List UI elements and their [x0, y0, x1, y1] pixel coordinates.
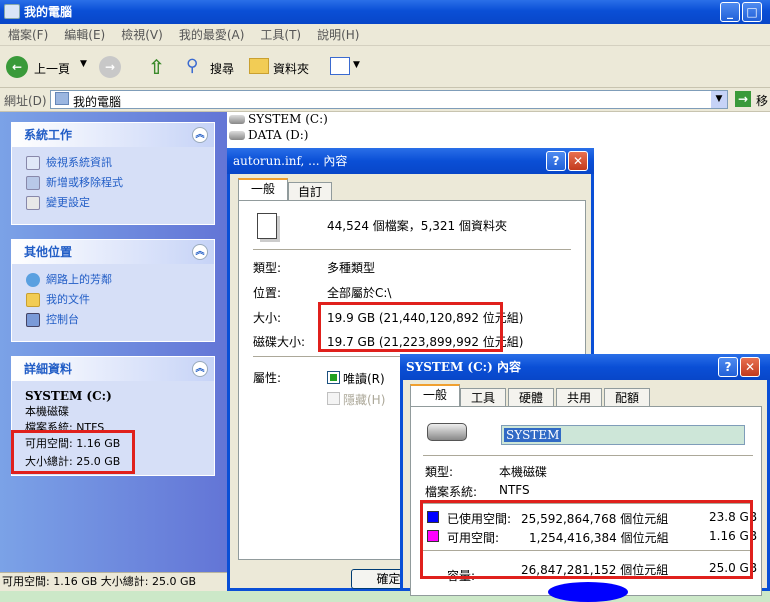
- highlight-box: [318, 302, 503, 352]
- fs-value: NTFS: [499, 483, 530, 497]
- menu-bar: 檔案(F) 編輯(E) 檢視(V) 我的最愛(A) 工具(T) 說明(H): [0, 24, 770, 46]
- help-button[interactable]: ?: [718, 357, 738, 377]
- address-bar: 網址(D) 我的電腦 ▼ → 移: [0, 88, 770, 112]
- control-panel-icon: [26, 313, 40, 327]
- readonly-checkbox[interactable]: [327, 371, 340, 384]
- back-dropdown-icon[interactable]: ▼: [80, 59, 87, 69]
- details-drive-type: 本機磁碟: [25, 405, 69, 418]
- highlight-box: [11, 430, 135, 474]
- address-label: 網址(D): [4, 94, 47, 108]
- help-button[interactable]: ?: [546, 151, 566, 171]
- drive-c[interactable]: SYSTEM (C:): [229, 112, 328, 126]
- details-header[interactable]: 詳細資料 ︽: [12, 357, 214, 381]
- search-icon[interactable]: ⚲: [186, 56, 198, 76]
- toolbar: ← 上一頁 ▼ → ⇧ ⚲ 搜尋 資料夾 ▼: [0, 46, 770, 88]
- task-view-system-info[interactable]: 檢視系統資訊: [12, 153, 214, 173]
- folders-button[interactable]: 資料夾: [273, 60, 309, 77]
- tab-sharing[interactable]: 共用: [556, 388, 602, 408]
- dialog-titlebar: autorun.inf, ... 內容 ? ✕: [227, 148, 594, 174]
- type-value: 多種類型: [327, 261, 376, 275]
- menu-file[interactable]: 檔案(F): [0, 24, 56, 46]
- computer-icon: [55, 92, 69, 105]
- menu-favorites[interactable]: 我的最愛(A): [171, 24, 253, 46]
- go-icon[interactable]: →: [735, 91, 751, 107]
- dialog-title: SYSTEM (C:) 內容: [406, 360, 521, 374]
- back-button[interactable]: 上一頁: [34, 60, 70, 77]
- programs-icon: [26, 176, 40, 190]
- type-label: 類型:: [253, 261, 282, 275]
- close-button[interactable]: ✕: [740, 357, 760, 377]
- close-button[interactable]: ✕: [568, 151, 588, 171]
- menu-edit[interactable]: 編輯(E): [56, 24, 113, 46]
- task-change-setting[interactable]: 變更設定: [12, 193, 214, 213]
- tab-custom[interactable]: 自訂: [288, 182, 332, 202]
- window-titlebar: 我的電腦 _ □: [0, 0, 770, 24]
- tab-general[interactable]: 一般: [238, 178, 288, 200]
- up-folder-icon[interactable]: ⇧: [148, 55, 170, 79]
- tab-general[interactable]: 一般: [410, 384, 460, 406]
- views-dropdown-icon[interactable]: ▼: [353, 60, 360, 70]
- forward-arrow-icon[interactable]: →: [99, 56, 121, 78]
- other-places-panel: 其他位置 ︽ 網路上的芳鄰 我的文件 控制台: [11, 239, 215, 342]
- collapse-icon: ︽: [192, 244, 208, 260]
- size-label: 大小:: [253, 311, 282, 325]
- drive-icon: [229, 131, 245, 140]
- menu-tools[interactable]: 工具(T): [252, 24, 309, 46]
- back-arrow-icon[interactable]: ←: [6, 56, 28, 78]
- hidden-checkbox[interactable]: [327, 392, 340, 405]
- window-title: 我的電腦: [24, 5, 73, 19]
- task-pane: 系統工作 ︽ 檢視系統資訊 新增或移除程式 變更設定 其他位置 ︽ 網路上的芳鄰 我…: [0, 112, 227, 572]
- hard-disk-icon: [427, 423, 467, 441]
- network-icon: [26, 273, 40, 287]
- tab-tools[interactable]: 工具: [460, 388, 506, 408]
- address-input[interactable]: 我的電腦 ▼: [50, 90, 728, 109]
- system-tasks-header[interactable]: 系統工作 ︽: [12, 123, 214, 147]
- dialog-titlebar: SYSTEM (C:) 內容 ? ✕: [400, 354, 770, 380]
- go-button[interactable]: 移: [756, 92, 768, 109]
- menu-help[interactable]: 說明(H): [309, 24, 367, 46]
- location-value: 全部屬於C:\: [327, 286, 392, 300]
- hidden-label[interactable]: 隱藏(H): [343, 391, 385, 408]
- place-my-documents[interactable]: 我的文件: [12, 290, 214, 310]
- collapse-icon: ︽: [192, 127, 208, 143]
- maximize-button[interactable]: □: [742, 2, 762, 22]
- files-icon: [257, 213, 277, 239]
- search-button[interactable]: 搜尋: [210, 60, 234, 77]
- collapse-icon: ︽: [192, 361, 208, 377]
- address-value: 我的電腦: [73, 95, 122, 109]
- drive-icon: [229, 115, 245, 124]
- details-drive-name: SYSTEM (C:): [25, 389, 112, 403]
- type-value: 本機磁碟: [499, 465, 548, 479]
- views-icon[interactable]: [330, 57, 350, 75]
- separator: [423, 455, 753, 456]
- location-label: 位置:: [253, 286, 282, 300]
- system-tasks-panel: 系統工作 ︽ 檢視系統資訊 新增或移除程式 變更設定: [11, 122, 215, 225]
- settings-icon: [26, 196, 40, 210]
- file-summary: 44,524 個檔案，5,321 個資料夾: [327, 219, 507, 233]
- type-label: 類型:: [425, 465, 454, 479]
- readonly-label[interactable]: 唯讀(R): [343, 370, 385, 387]
- dialog-title: autorun.inf, ... 內容: [233, 154, 348, 168]
- highlight-box: [420, 500, 753, 579]
- computer-icon: [4, 4, 20, 19]
- disk-pie-chart: [548, 582, 628, 602]
- fs-label: 檔案系統:: [425, 485, 478, 499]
- drive-d[interactable]: DATA (D:): [229, 128, 309, 142]
- place-network[interactable]: 網路上的芳鄰: [12, 270, 214, 290]
- place-control-panel[interactable]: 控制台: [12, 310, 214, 330]
- separator: [253, 249, 571, 250]
- folders-icon[interactable]: [249, 58, 269, 74]
- folder-icon: [26, 293, 40, 307]
- other-places-header[interactable]: 其他位置 ︽: [12, 240, 214, 264]
- attributes-label: 屬性:: [253, 371, 282, 385]
- address-dropdown-icon[interactable]: ▼: [711, 91, 727, 108]
- volume-name-input[interactable]: SYSTEM: [501, 425, 745, 445]
- tab-hardware[interactable]: 硬體: [508, 388, 554, 408]
- disk-size-label: 磁碟大小:: [253, 335, 306, 349]
- minimize-button[interactable]: _: [720, 2, 740, 22]
- tab-quota[interactable]: 配額: [604, 388, 650, 408]
- task-add-remove-programs[interactable]: 新增或移除程式: [12, 173, 214, 193]
- info-icon: [26, 156, 40, 170]
- menu-view[interactable]: 檢視(V): [113, 24, 171, 46]
